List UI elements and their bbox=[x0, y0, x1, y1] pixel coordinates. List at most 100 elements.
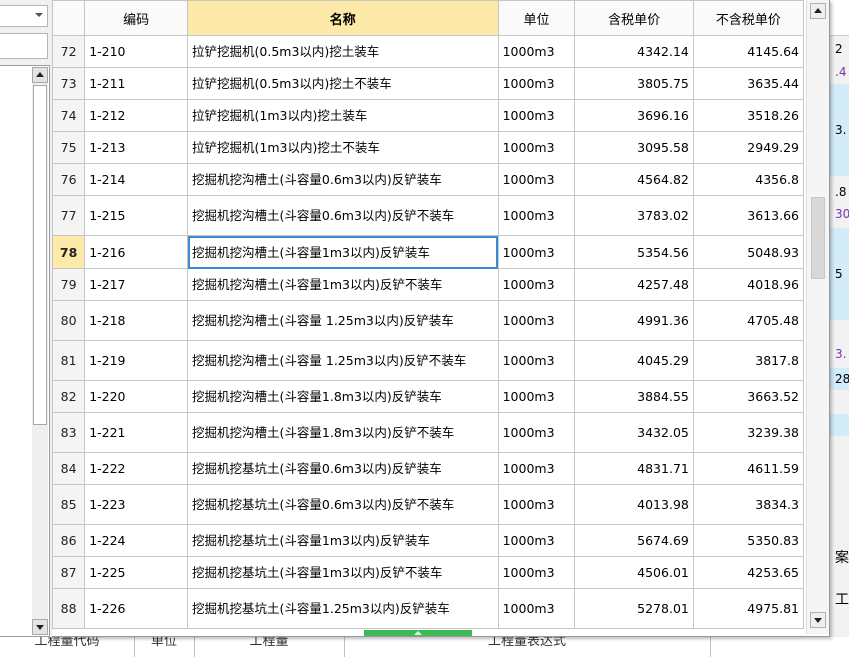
row-index[interactable]: 75 bbox=[52, 131, 86, 164]
row-code[interactable]: 1-216 bbox=[84, 235, 189, 269]
row-code[interactable]: 1-210 bbox=[84, 35, 189, 68]
row-price-tax[interactable]: 4564.82 bbox=[574, 163, 694, 196]
row-price-tax[interactable]: 4257.48 bbox=[574, 268, 694, 301]
row-name[interactable]: 挖掘机挖基坑土(斗容量1m3以内)反铲不装车 bbox=[187, 556, 499, 589]
row-price-notax[interactable]: 3518.26 bbox=[692, 99, 805, 132]
table-row[interactable]: 85 1-223 挖掘机挖基坑土(斗容量0.6m3以内)反铲不装车 1000m3 401… bbox=[52, 484, 805, 525]
table-row[interactable]: 86 1-224 挖掘机挖基坑土(斗容量1m3以内)反铲装车 1000m3 5674.6… bbox=[52, 524, 805, 557]
row-code[interactable]: 1-222 bbox=[84, 452, 189, 485]
row-price-tax[interactable]: 4991.36 bbox=[574, 300, 694, 341]
row-price-tax[interactable]: 4045.29 bbox=[574, 340, 694, 381]
row-index[interactable]: 80 bbox=[52, 300, 86, 341]
row-price-notax[interactable]: 4145.64 bbox=[692, 35, 805, 68]
row-code[interactable]: 1-212 bbox=[84, 99, 189, 132]
row-price-tax[interactable]: 4342.14 bbox=[574, 35, 694, 68]
table-row[interactable]: 84 1-222 挖掘机挖基坑土(斗容量0.6m3以内)反铲装车 1000m3 4831… bbox=[52, 452, 805, 485]
left-tree-list[interactable] bbox=[0, 65, 50, 637]
row-name[interactable]: 挖掘机挖沟槽土(斗容量1m3以内)反铲装车 bbox=[187, 235, 499, 269]
left-search-input[interactable] bbox=[0, 33, 48, 59]
row-index[interactable]: 84 bbox=[52, 452, 86, 485]
row-code[interactable]: 1-211 bbox=[84, 67, 189, 100]
row-code[interactable]: 1-221 bbox=[84, 412, 189, 453]
row-code[interactable]: 1-223 bbox=[84, 484, 189, 525]
table-row[interactable]: 73 1-211 拉铲挖掘机(0.5m3以内)挖土不装车 1000m3 3805.75 3… bbox=[52, 67, 805, 100]
table-row[interactable]: 87 1-225 挖掘机挖基坑土(斗容量1m3以内)反铲不装车 1000m3 4506.… bbox=[52, 556, 805, 589]
table-row[interactable]: 81 1-219 挖掘机挖沟槽土(斗容量 1.25m3以内)反铲不装车 1000m3 4… bbox=[52, 340, 805, 381]
row-name[interactable]: 拉铲挖掘机(0.5m3以内)挖土装车 bbox=[187, 35, 499, 68]
row-name[interactable]: 挖掘机挖沟槽土(斗容量0.6m3以内)反铲不装车 bbox=[187, 195, 499, 236]
row-index[interactable]: 85 bbox=[52, 484, 86, 525]
row-price-tax[interactable]: 3884.55 bbox=[574, 380, 694, 413]
row-code[interactable]: 1-219 bbox=[84, 340, 189, 381]
column-header-name[interactable]: 名称 bbox=[187, 0, 499, 36]
row-unit[interactable]: 1000m3 bbox=[497, 412, 576, 453]
quota-selection-popup[interactable]: 编码 名称 单位 含税单价 不含税单价 72 1-210 拉铲挖掘机(0.5m3以内… bbox=[52, 0, 830, 637]
row-price-notax[interactable]: 3239.38 bbox=[692, 412, 805, 453]
column-header-index[interactable] bbox=[52, 0, 86, 36]
row-price-notax[interactable]: 4018.96 bbox=[692, 268, 805, 301]
row-price-notax[interactable]: 5350.83 bbox=[692, 524, 805, 557]
row-name[interactable]: 挖掘机挖沟槽土(斗容量1m3以内)反铲不装车 bbox=[187, 268, 499, 301]
row-index[interactable]: 83 bbox=[52, 412, 86, 453]
grid-scroll-thumb[interactable] bbox=[811, 197, 825, 279]
left-scroll-thumb[interactable] bbox=[33, 85, 47, 425]
table-row[interactable]: 79 1-217 挖掘机挖沟槽土(斗容量1m3以内)反铲不装车 1000m3 4257.… bbox=[52, 268, 805, 301]
row-index[interactable]: 73 bbox=[52, 67, 86, 100]
row-index[interactable]: 74 bbox=[52, 99, 86, 132]
table-row[interactable]: 88 1-226 挖掘机挖基坑土(斗容量1.25m3以内)反铲装车 1000m3 527… bbox=[52, 588, 805, 629]
row-name[interactable]: 挖掘机挖沟槽土(斗容量0.6m3以内)反铲装车 bbox=[187, 163, 499, 196]
row-price-tax[interactable]: 3805.75 bbox=[574, 67, 694, 100]
splitter-handle[interactable] bbox=[364, 630, 472, 636]
row-name[interactable]: 挖掘机挖沟槽土(斗容量1.8m3以内)反铲不装车 bbox=[187, 412, 499, 453]
row-code[interactable]: 1-217 bbox=[84, 268, 189, 301]
row-name[interactable]: 挖掘机挖沟槽土(斗容量1.8m3以内)反铲装车 bbox=[187, 380, 499, 413]
row-code[interactable]: 1-215 bbox=[84, 195, 189, 236]
table-row[interactable]: 72 1-210 拉铲挖掘机(0.5m3以内)挖土装车 1000m3 4342.14 41… bbox=[52, 35, 805, 68]
table-row[interactable]: 75 1-213 拉铲挖掘机(1m3以内)挖土不装车 1000m3 3095.58 294… bbox=[52, 131, 805, 164]
left-dropdown[interactable] bbox=[0, 5, 48, 27]
row-price-notax[interactable]: 4356.8 bbox=[692, 163, 805, 196]
row-price-notax[interactable]: 3635.44 bbox=[692, 67, 805, 100]
row-price-notax[interactable]: 5048.93 bbox=[692, 235, 805, 269]
row-index[interactable]: 79 bbox=[52, 268, 86, 301]
row-index[interactable]: 81 bbox=[52, 340, 86, 381]
row-unit[interactable]: 1000m3 bbox=[497, 556, 576, 589]
row-price-notax[interactable]: 3834.3 bbox=[692, 484, 805, 525]
row-price-notax[interactable]: 4705.48 bbox=[692, 300, 805, 341]
row-price-notax[interactable]: 4253.65 bbox=[692, 556, 805, 589]
row-unit[interactable]: 1000m3 bbox=[497, 131, 576, 164]
row-unit[interactable]: 1000m3 bbox=[497, 235, 576, 269]
column-header-price-notax[interactable]: 不含税单价 bbox=[692, 0, 805, 36]
row-index[interactable]: 87 bbox=[52, 556, 86, 589]
row-price-tax[interactable]: 3783.02 bbox=[574, 195, 694, 236]
row-code[interactable]: 1-224 bbox=[84, 524, 189, 557]
row-unit[interactable]: 1000m3 bbox=[497, 67, 576, 100]
table-row[interactable]: 76 1-214 挖掘机挖沟槽土(斗容量0.6m3以内)反铲装车 1000m3 4564… bbox=[52, 163, 805, 196]
row-price-tax[interactable]: 4831.71 bbox=[574, 452, 694, 485]
row-name[interactable]: 拉铲挖掘机(0.5m3以内)挖土不装车 bbox=[187, 67, 499, 100]
row-price-notax[interactable]: 4975.81 bbox=[692, 588, 805, 629]
row-unit[interactable]: 1000m3 bbox=[497, 380, 576, 413]
row-unit[interactable]: 1000m3 bbox=[497, 35, 576, 68]
scroll-down-icon[interactable] bbox=[32, 619, 48, 635]
row-price-tax[interactable]: 4013.98 bbox=[574, 484, 694, 525]
row-unit[interactable]: 1000m3 bbox=[497, 340, 576, 381]
row-index[interactable]: 77 bbox=[52, 195, 86, 236]
row-name[interactable]: 挖掘机挖沟槽土(斗容量 1.25m3以内)反铲装车 bbox=[187, 300, 499, 341]
row-price-notax[interactable]: 3663.52 bbox=[692, 380, 805, 413]
row-name[interactable]: 拉铲挖掘机(1m3以内)挖土装车 bbox=[187, 99, 499, 132]
row-name[interactable]: 拉铲挖掘机(1m3以内)挖土不装车 bbox=[187, 131, 499, 164]
scroll-down-icon[interactable] bbox=[810, 612, 826, 628]
column-header-unit[interactable]: 单位 bbox=[497, 0, 576, 36]
row-unit[interactable]: 1000m3 bbox=[497, 163, 576, 196]
grid-scrollbar[interactable] bbox=[806, 0, 829, 634]
row-name[interactable]: 挖掘机挖沟槽土(斗容量 1.25m3以内)反铲不装车 bbox=[187, 340, 499, 381]
row-name[interactable]: 挖掘机挖基坑土(斗容量0.6m3以内)反铲不装车 bbox=[187, 484, 499, 525]
row-name[interactable]: 挖掘机挖基坑土(斗容量1.25m3以内)反铲装车 bbox=[187, 588, 499, 629]
row-name[interactable]: 挖掘机挖基坑土(斗容量1m3以内)反铲装车 bbox=[187, 524, 499, 557]
row-price-notax[interactable]: 2949.29 bbox=[692, 131, 805, 164]
scroll-up-icon[interactable] bbox=[32, 67, 48, 83]
table-row[interactable]: 74 1-212 拉铲挖掘机(1m3以内)挖土装车 1000m3 3696.16 3518… bbox=[52, 99, 805, 132]
row-unit[interactable]: 1000m3 bbox=[497, 99, 576, 132]
row-index[interactable]: 78 bbox=[52, 235, 86, 269]
